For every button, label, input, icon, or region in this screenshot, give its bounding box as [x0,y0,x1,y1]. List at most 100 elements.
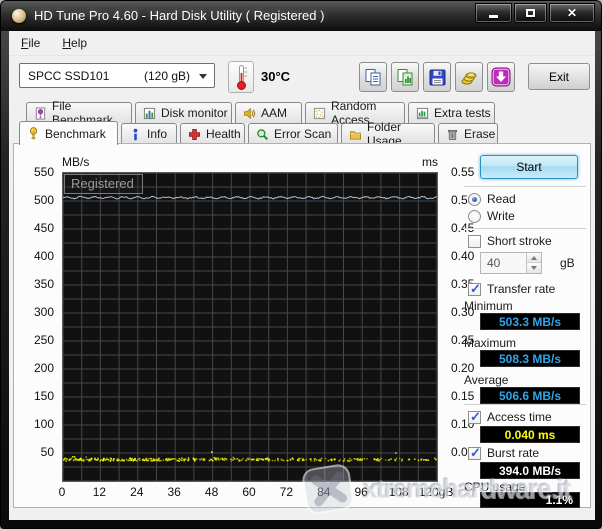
axis-tick-label: 0 [58,485,66,499]
separator [464,404,586,406]
registered-watermark: Registered [64,174,143,194]
tab-folder-usage[interactable]: Folder Usage [341,120,435,148]
tab-health[interactable]: Health [180,123,245,144]
axis-tick-label: 0.15 [451,389,475,403]
burst-rate-label: Burst rate [487,446,540,460]
health-icon [189,128,200,140]
thermometer-icon [236,64,247,90]
axis-tick-label: 100 [33,417,54,431]
trash-icon [447,129,458,140]
spin-down-button[interactable] [527,263,541,273]
tab-label: Benchmark [45,126,106,141]
cpu-usage-value: 1.1% [480,492,580,508]
axis-tick-label: 300 [33,305,54,319]
burst-rate-checkbox[interactable]: Burst rate [468,445,540,461]
burst-rate-value: 394.0 MB/s [480,462,580,479]
axis-tick-label: 200 [33,361,54,375]
short-stroke-label: Short stroke [487,234,552,248]
tab-erase[interactable]: Erase [438,123,498,144]
start-button[interactable]: Start [480,155,578,179]
info-icon [133,128,138,140]
transfer-rate-label: Transfer rate [487,282,556,296]
coins-button[interactable] [455,62,483,92]
window-controls: ✕ [475,3,595,23]
axis-tick-label: 84 [317,485,331,499]
separator [464,228,586,230]
copy-text-button[interactable] [359,62,387,92]
benchmark-icon [29,127,38,140]
radio-icon [468,209,481,223]
tab-label: Erase [464,127,496,141]
window-title: HD Tune Pro 4.60 - Hard Disk Utility ( R… [34,8,325,23]
save-screenshot-button[interactable] [423,62,451,92]
copy-screenshot-icon [397,68,412,85]
axis-tick-label: 50 [40,445,54,459]
y-axis-right-unit: ms [422,155,438,169]
spinner-buttons [526,253,541,273]
read-radio[interactable]: Read [468,192,516,206]
x-axis-ticks: 0 12 24 36 48 60 72 84 96 108 120gB [58,485,462,501]
temperature-button[interactable] [228,61,254,93]
maximum-value: 508.3 MB/s [480,350,580,367]
tab-benchmark[interactable]: Benchmark [19,121,118,145]
radio-icon [468,192,481,206]
short-stroke-checkbox[interactable]: Short stroke [468,234,552,248]
app-icon [12,9,26,23]
access-time-checkbox[interactable]: Access time [468,409,552,425]
tab-aam[interactable]: AAM [235,102,302,123]
tab-info[interactable]: Info [121,123,177,144]
close-button[interactable]: ✕ [549,3,595,23]
maximize-button[interactable] [514,3,547,23]
transfer-rate-checkbox[interactable]: Transfer rate [468,281,556,297]
checkbox-icon [468,409,481,425]
write-radio[interactable]: Write [468,209,515,223]
tab-file-benchmark[interactable]: File Benchmark [26,99,132,127]
drive-model: SPCC SSD101 [28,69,110,83]
y-axis-left-ticks: 550 500 450 400 350 300 250 200 150 100 50 [16,165,58,482]
axis-tick-label: 0.55 [451,165,475,179]
tab-label: AAM [261,106,288,120]
spin-up-button[interactable] [527,253,541,263]
axis-tick-label: 12 [92,485,107,499]
menu-file[interactable]: File [21,36,40,50]
menubar: File Help [9,31,595,56]
minimum-label: Minimum [464,299,513,313]
axis-tick-label: 108 [388,485,409,499]
axis-tick-label: 450 [33,221,54,235]
error-scan-icon [257,128,268,140]
axis-tick-label: 36 [167,485,181,499]
benchmark-tab-page: MB/s ms 550 500 450 400 350 300 250 200 150 100 50… [13,143,591,508]
disk-monitor-icon [143,107,156,119]
menu-help[interactable]: Help [62,36,87,50]
axis-tick-label: 150 [33,389,54,403]
download-update-icon [491,67,511,87]
axis-tick-label: 350 [33,277,54,291]
drive-selector[interactable]: SPCC SSD101 (120 gB) [19,63,215,88]
extra-tests-icon [416,107,429,119]
average-label: Average [464,373,509,387]
minimize-icon [489,14,498,18]
tab-label: Health [206,127,241,141]
folder-icon [350,130,361,140]
minimize-button[interactable] [475,3,512,23]
axis-tick-label: 250 [33,333,54,347]
checkbox-icon [468,234,481,248]
copy-screenshot-button[interactable] [391,62,419,92]
tab-error-scan[interactable]: Error Scan [248,123,338,144]
maximum-label: Maximum [464,336,517,350]
tab-disk-monitor[interactable]: Disk monitor [135,102,232,123]
close-icon: ✕ [566,6,578,20]
download-update-button[interactable] [487,62,515,92]
drive-capacity: (120 gB) [144,69,191,83]
titlebar[interactable]: HD Tune Pro 4.60 - Hard Disk Utility ( R… [1,1,601,31]
copy-text-icon [365,68,380,85]
benchmark-plot: Registered [62,172,438,482]
short-stroke-size-field[interactable]: 40 [480,252,542,274]
axis-tick-label: 24 [130,485,144,499]
exit-button[interactable]: Exit [528,63,590,90]
tab-label: Info [147,127,168,141]
read-label: Read [487,192,516,206]
average-value: 506.6 MB/s [480,387,580,404]
short-stroke-unit: gB [560,256,575,270]
tab-label: Error Scan [274,127,332,141]
